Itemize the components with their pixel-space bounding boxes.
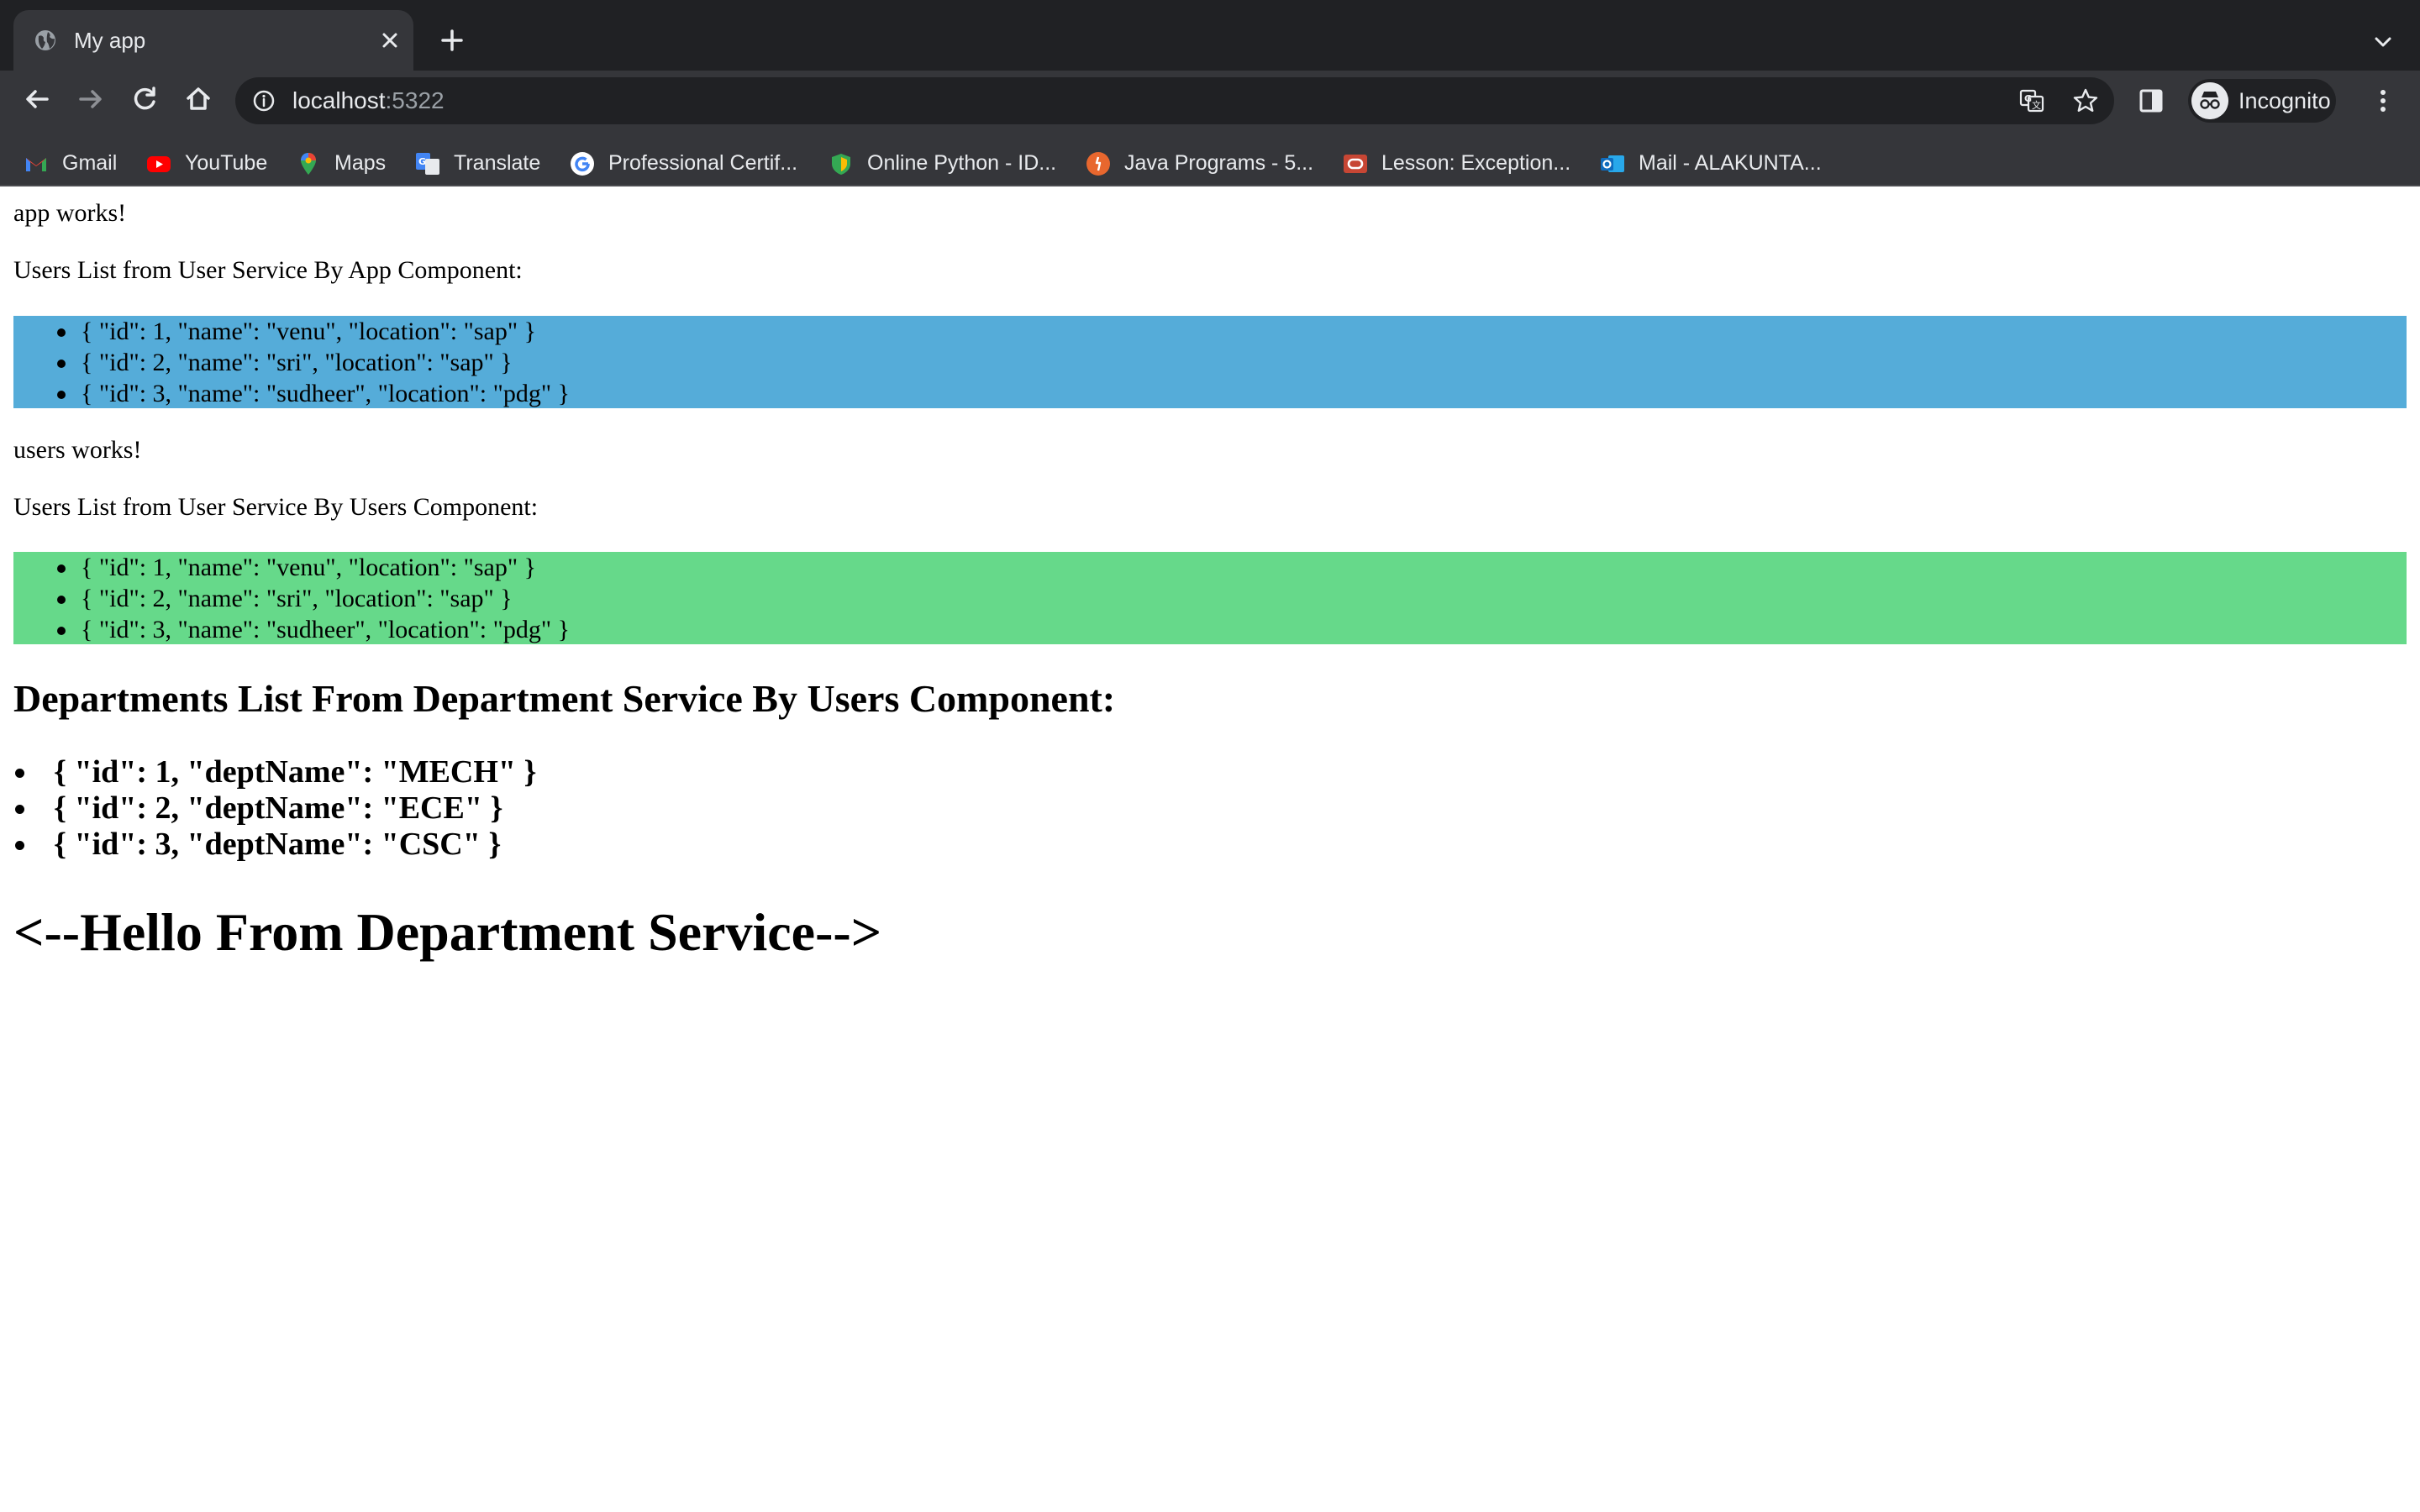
new-tab-plus-icon[interactable] xyxy=(439,27,466,54)
bookmark-label: Gmail xyxy=(62,151,118,175)
list-item: { "id": 2, "name": "sri", "location": "s… xyxy=(13,347,2407,378)
bookmark-label: Translate xyxy=(454,151,541,175)
home-icon[interactable] xyxy=(182,82,215,116)
translate-icon: G xyxy=(416,153,439,175)
users-users-heading: Users List from User Service By Users Co… xyxy=(13,493,539,521)
oracle-icon xyxy=(1344,155,1367,173)
users-works-text: users works! xyxy=(13,436,142,464)
svg-text:G: G xyxy=(418,156,426,167)
list-item: { "id": 1, "name": "venu", "location": "… xyxy=(13,316,2407,347)
svg-text:文: 文 xyxy=(2032,99,2041,111)
outlook-icon xyxy=(1601,155,1624,172)
list-item: { "id": 2, "deptName": "ECE" } xyxy=(0,790,537,827)
bookmark-label: Maps xyxy=(334,151,387,175)
side-panel-icon[interactable] xyxy=(2138,87,2165,114)
svg-text:G: G xyxy=(2024,93,2032,104)
tab-title: My app xyxy=(74,28,146,53)
incognito-icon xyxy=(2191,82,2228,119)
java-icon xyxy=(1086,152,1110,176)
address-bar[interactable]: localhost:5322 G 文 xyxy=(235,77,2114,124)
departments-heading: Departments List From Department Service… xyxy=(13,677,1116,720)
departments-list: { "id": 1, "deptName": "MECH" } { "id": … xyxy=(0,754,537,863)
list-item: { "id": 1, "deptName": "MECH" } xyxy=(0,754,537,790)
page-viewport: app works! Users List from User Service … xyxy=(0,186,2420,1512)
app-users-heading: Users List from User Service By App Comp… xyxy=(13,256,523,284)
site-info-icon[interactable] xyxy=(252,89,276,113)
bookmark-label: Online Python - ID... xyxy=(867,151,1057,175)
list-item: { "id": 1, "name": "venu", "location": "… xyxy=(13,552,2407,583)
bookmark-label: Java Programs - 5... xyxy=(1124,151,1314,175)
hello-heading: <--Hello From Department Service--> xyxy=(13,902,882,962)
list-item: { "id": 3, "name": "sudheer", "location"… xyxy=(13,378,2407,409)
close-icon[interactable] xyxy=(376,27,403,54)
google-icon xyxy=(571,152,594,176)
bookmark-label: Professional Certif... xyxy=(608,151,798,175)
kebab-menu-icon[interactable] xyxy=(2370,86,2396,116)
translate-icon[interactable]: G 文 xyxy=(2018,87,2045,114)
reload-icon[interactable] xyxy=(128,82,161,116)
python-shield-icon xyxy=(832,154,850,175)
users-users-list: { "id": 1, "name": "venu", "location": "… xyxy=(13,552,2407,645)
toolbar: localhost:5322 G 文 Incognito Gmail YouTu… xyxy=(0,71,2420,200)
bookmark-label: YouTube xyxy=(185,151,268,175)
app-users-list: { "id": 1, "name": "venu", "location": "… xyxy=(13,316,2407,409)
url-host: localhost xyxy=(292,87,386,113)
maps-icon xyxy=(301,153,316,175)
youtube-icon xyxy=(147,156,171,172)
bookmark-label: Mail - ALAKUNTA... xyxy=(1639,151,1822,175)
url-text[interactable]: localhost:5322 xyxy=(292,87,445,114)
gmail-icon xyxy=(26,158,46,171)
back-arrow-icon[interactable] xyxy=(20,82,54,116)
bookmarks-bar: Gmail YouTube Maps G Translate Professio… xyxy=(0,138,2420,188)
list-item: { "id": 3, "deptName": "CSC" } xyxy=(0,827,537,863)
tab-strip: My app xyxy=(0,0,2420,71)
list-item: { "id": 3, "name": "sudheer", "location"… xyxy=(13,614,2407,645)
app-users-block: { "id": 1, "name": "venu", "location": "… xyxy=(13,316,2407,408)
list-item: { "id": 2, "name": "sri", "location": "s… xyxy=(13,583,2407,614)
chevron-down-icon[interactable] xyxy=(2371,30,2395,54)
incognito-label: Incognito xyxy=(2238,88,2331,113)
incognito-profile-button[interactable]: Incognito xyxy=(2188,79,2336,123)
globe-icon xyxy=(35,30,55,50)
app-works-text: app works! xyxy=(13,199,127,227)
bookmark-label: Lesson: Exception... xyxy=(1381,151,1571,175)
users-users-block: { "id": 1, "name": "venu", "location": "… xyxy=(13,552,2407,644)
forward-arrow-icon[interactable] xyxy=(74,82,108,116)
url-port: :5322 xyxy=(385,87,445,113)
tab-my-app[interactable]: My app xyxy=(13,10,413,71)
bookmark-star-icon[interactable] xyxy=(2072,87,2099,114)
